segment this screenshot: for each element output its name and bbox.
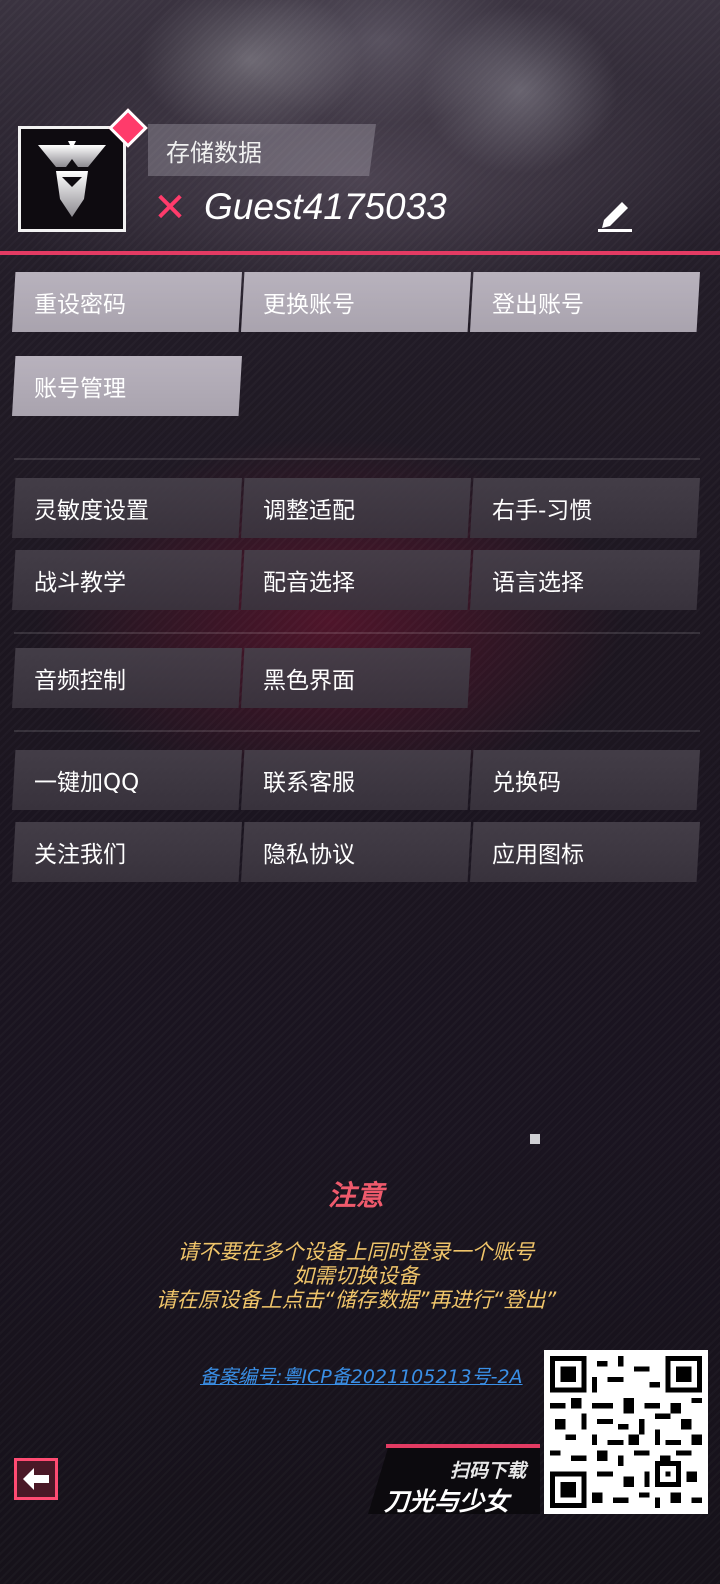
game-title-logo: 刀光与少女 bbox=[384, 1487, 510, 1516]
pencil-edit-icon[interactable] bbox=[596, 198, 634, 232]
dark-interface-label: 黑色界面 bbox=[263, 668, 355, 694]
reset-password-button[interactable]: 重设密码 bbox=[12, 272, 242, 332]
adjust-fit-button[interactable]: 调整适配 bbox=[241, 478, 471, 538]
voice-selection-button[interactable]: 配音选择 bbox=[241, 550, 471, 610]
avatar-emblem-icon bbox=[38, 141, 106, 217]
audio-control-label: 音频控制 bbox=[34, 668, 126, 694]
back-arrow-icon bbox=[23, 1468, 49, 1490]
scan-download-label: 扫码下载 bbox=[450, 1460, 527, 1482]
small-square-icon bbox=[530, 1134, 540, 1144]
redeem-code-button[interactable]: 兑换码 bbox=[470, 750, 700, 810]
account-management-button[interactable]: 账号管理 bbox=[12, 356, 242, 416]
sensitivity-settings-button[interactable]: 灵敏度设置 bbox=[12, 478, 242, 538]
download-banner-accent bbox=[386, 1444, 540, 1448]
reset-password-label: 重设密码 bbox=[34, 292, 126, 318]
back-button[interactable] bbox=[14, 1458, 58, 1500]
join-qq-label: 一键加QQ bbox=[34, 770, 140, 796]
save-data-label: 存储数据 bbox=[166, 138, 262, 167]
icp-record-link[interactable]: 备案编号:粤ICP备2021105213号-2A bbox=[200, 1362, 523, 1389]
follow-us-button[interactable]: 关注我们 bbox=[12, 822, 242, 882]
language-selection-label: 语言选择 bbox=[492, 570, 584, 596]
close-x-icon: ✕ bbox=[153, 185, 187, 231]
section-divider bbox=[14, 730, 700, 732]
save-data-button[interactable]: 存储数据 bbox=[148, 124, 376, 176]
header-divider bbox=[0, 251, 720, 255]
switch-account-button[interactable]: 更换账号 bbox=[241, 272, 471, 332]
contact-support-button[interactable]: 联系客服 bbox=[241, 750, 471, 810]
account-management-label: 账号管理 bbox=[34, 376, 126, 402]
privacy-policy-button[interactable]: 隐私协议 bbox=[241, 822, 471, 882]
privacy-policy-label: 隐私协议 bbox=[263, 842, 355, 868]
notice-line-3: 请在原设备上点击“储存数据”再进行“登出” bbox=[155, 1288, 557, 1312]
dark-interface-button[interactable]: 黑色界面 bbox=[241, 648, 471, 708]
section-divider bbox=[14, 458, 700, 460]
join-qq-button[interactable]: 一键加QQ bbox=[12, 750, 242, 810]
contact-support-label: 联系客服 bbox=[263, 770, 355, 796]
app-icon-button[interactable]: 应用图标 bbox=[470, 822, 700, 882]
voice-selection-label: 配音选择 bbox=[263, 570, 355, 596]
audio-control-button[interactable]: 音频控制 bbox=[12, 648, 242, 708]
qr-code-icon[interactable] bbox=[544, 1350, 708, 1514]
section-divider bbox=[14, 632, 700, 634]
right-hand-habit-button[interactable]: 右手-习惯 bbox=[470, 478, 700, 538]
follow-us-label: 关注我们 bbox=[34, 842, 126, 868]
redeem-code-label: 兑换码 bbox=[492, 770, 561, 796]
logout-label: 登出账号 bbox=[492, 292, 584, 318]
right-hand-habit-label: 右手-习惯 bbox=[492, 498, 593, 524]
language-selection-button[interactable]: 语言选择 bbox=[470, 550, 700, 610]
battle-tutorial-button[interactable]: 战斗教学 bbox=[12, 550, 242, 610]
avatar[interactable] bbox=[18, 126, 126, 232]
username: Guest4175033 bbox=[204, 186, 447, 227]
qr-code-graphic bbox=[550, 1356, 702, 1508]
notice-title: 注意 bbox=[327, 1179, 384, 1212]
sensitivity-settings-label: 灵敏度设置 bbox=[34, 498, 149, 524]
app-icon-label: 应用图标 bbox=[492, 842, 584, 868]
battle-tutorial-label: 战斗教学 bbox=[34, 570, 126, 596]
logout-button[interactable]: 登出账号 bbox=[470, 272, 700, 332]
switch-account-label: 更换账号 bbox=[263, 292, 355, 318]
adjust-fit-label: 调整适配 bbox=[263, 498, 355, 524]
